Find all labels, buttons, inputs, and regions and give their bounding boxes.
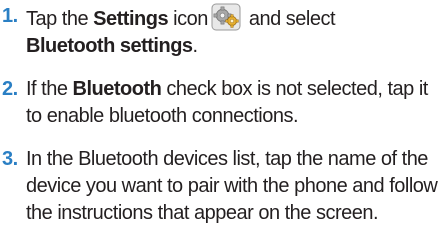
instruction-steps: 1. Tap the Settings icon and select Blue… <box>2 3 440 243</box>
bluetooth-label: Bluetooth <box>72 78 162 100</box>
settings-gear-icon <box>211 3 241 31</box>
step-text: In the Bluetooth devices list, tap the n… <box>26 148 438 224</box>
step-number: 1. <box>2 5 18 27</box>
step-2: 2. If the Bluetooth check box is not sel… <box>2 76 440 130</box>
step-text: If the Bluetooth check box is not select… <box>26 78 428 127</box>
step-3: 3. In the Bluetooth devices list, tap th… <box>2 146 440 227</box>
step-number: 2. <box>2 78 18 100</box>
step-number: 3. <box>2 148 18 170</box>
step-text: Tap the Settings icon and select Bluetoo… <box>26 3 336 57</box>
step-1: 1. Tap the Settings icon and select Blue… <box>2 3 440 60</box>
bluetooth-settings-label: Bluetooth settings <box>26 35 193 57</box>
settings-label: Settings <box>93 8 169 30</box>
